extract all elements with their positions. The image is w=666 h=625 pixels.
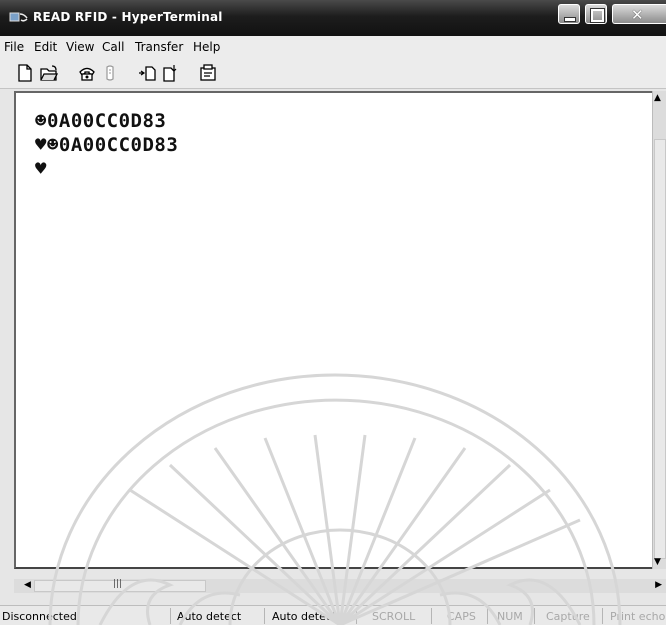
minimize-button[interactable] [558, 4, 580, 24]
receive-icon[interactable] [162, 64, 180, 82]
toolbar [0, 58, 666, 89]
status-connection: Disconnected [2, 610, 77, 623]
scroll-right-icon[interactable]: ▶ [655, 580, 662, 590]
properties-icon[interactable] [199, 64, 217, 82]
horizontal-scrollbar[interactable]: ◀ ||| ▶ [14, 579, 666, 593]
vertical-scroll-thumb[interactable] [654, 139, 666, 559]
hyperterminal-window: READ RFID - HyperTerminal ✕ File Edit Vi… [0, 0, 666, 625]
status-divider [431, 608, 432, 624]
minimize-icon [564, 17, 576, 22]
status-divider [264, 608, 265, 624]
terminal-output[interactable]: ☻0A00CC0D83 ♥☻0A00CC0D83 ♥ [14, 91, 652, 569]
disconnect-phone-icon[interactable] [102, 64, 120, 82]
status-divider [356, 608, 357, 624]
menu-call[interactable]: Call [102, 40, 124, 54]
status-divider [602, 608, 603, 624]
connect-phone-icon[interactable] [78, 64, 96, 82]
menu-bar: File Edit View Call Transfer Help [0, 36, 666, 58]
status-divider [534, 608, 535, 624]
vertical-scrollbar[interactable]: ▲ ▼ [652, 91, 666, 569]
status-caps: CAPS [447, 610, 476, 623]
scroll-grip: ||| [113, 579, 123, 589]
status-divider [487, 608, 488, 624]
status-num: NUM [497, 610, 523, 623]
status-bar: Disconnected Auto detect Auto detect SCR… [0, 605, 666, 625]
terminal-line: ♥ [35, 158, 47, 180]
menu-view[interactable]: View [66, 40, 94, 54]
status-divider [170, 608, 171, 624]
status-scroll: SCROLL [372, 610, 416, 623]
status-auto-detect-2: Auto detect [272, 610, 337, 623]
menu-transfer[interactable]: Transfer [135, 40, 183, 54]
menu-help[interactable]: Help [193, 40, 220, 54]
open-icon[interactable] [40, 64, 58, 82]
status-auto-detect-1: Auto detect [177, 610, 242, 623]
terminal-line: ♥☻0A00CC0D83 [35, 134, 179, 156]
scroll-left-icon[interactable]: ◀ [24, 580, 31, 590]
send-icon[interactable] [138, 64, 156, 82]
status-capture: Capture [546, 610, 590, 623]
menu-file[interactable]: File [4, 40, 24, 54]
new-connection-icon[interactable] [16, 64, 34, 82]
maximize-icon [590, 8, 605, 23]
hyperterminal-app-icon [9, 12, 28, 22]
status-print-echo: Print echo [610, 610, 666, 623]
terminal-line: ☻0A00CC0D83 [35, 110, 167, 132]
maximize-button[interactable] [585, 4, 607, 24]
window-title: READ RFID - HyperTerminal [33, 10, 223, 24]
scroll-down-icon[interactable]: ▼ [654, 557, 661, 567]
close-button[interactable]: ✕ [612, 4, 666, 24]
scroll-up-icon[interactable]: ▲ [654, 93, 661, 103]
horizontal-scroll-thumb[interactable]: ||| [34, 579, 206, 592]
menu-edit[interactable]: Edit [34, 40, 57, 54]
title-bar[interactable]: READ RFID - HyperTerminal ✕ [0, 0, 666, 36]
close-icon: ✕ [631, 6, 644, 24]
